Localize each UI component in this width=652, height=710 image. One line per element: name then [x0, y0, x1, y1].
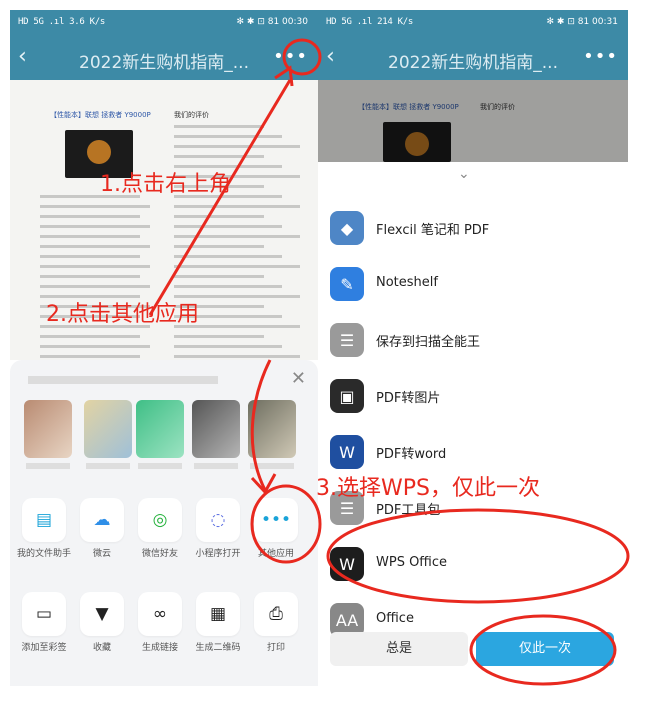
annotation-step1: 1.点击右上角: [100, 172, 231, 197]
annotation-step3: 3.选择WPS，仅此一次: [316, 476, 540, 501]
annotation-marks: [148, 38, 630, 686]
annotation-step2: 2.点击其他应用: [46, 302, 199, 327]
